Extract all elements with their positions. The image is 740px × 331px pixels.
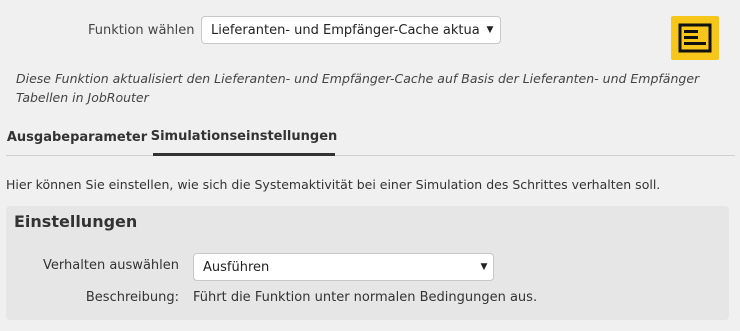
tab-ausgabeparameter[interactable]: Ausgabeparameter	[6, 118, 148, 156]
module-list-icon	[671, 16, 719, 60]
function-select-label: Funktion wählen	[88, 23, 195, 38]
description-value: Führt die Funktion unter normalen Beding…	[193, 290, 538, 305]
settings-panel: Einstellungen Verhalten auswählen Ausfüh…	[6, 206, 729, 320]
tab-bar: Ausgabeparameter Simulationseinstellunge…	[6, 118, 735, 156]
description-label: Beschreibung:	[85, 290, 179, 305]
behavior-select-label: Verhalten auswählen	[43, 258, 179, 273]
behavior-select-value: Ausführen	[203, 259, 270, 275]
function-description: Diese Funktion aktualisiert den Lieferan…	[16, 71, 700, 105]
simulation-info-text: Hier können Sie einstellen, wie sich die…	[6, 177, 661, 192]
tab-simulationseinstellungen[interactable]: Simulationseinstellungen	[151, 118, 337, 156]
dropdown-arrow-icon: ▼	[486, 25, 494, 35]
module-list-icon-graphic	[678, 23, 712, 53]
dropdown-arrow-icon: ▼	[480, 262, 488, 272]
behavior-select[interactable]: Ausführen ▼	[193, 253, 494, 281]
function-select[interactable]: Lieferanten- und Empfänger-Cache aktuali…	[201, 16, 501, 44]
settings-title: Einstellungen	[14, 212, 138, 231]
function-select-value: Lieferanten- und Empfänger-Cache aktuali…	[211, 22, 480, 38]
